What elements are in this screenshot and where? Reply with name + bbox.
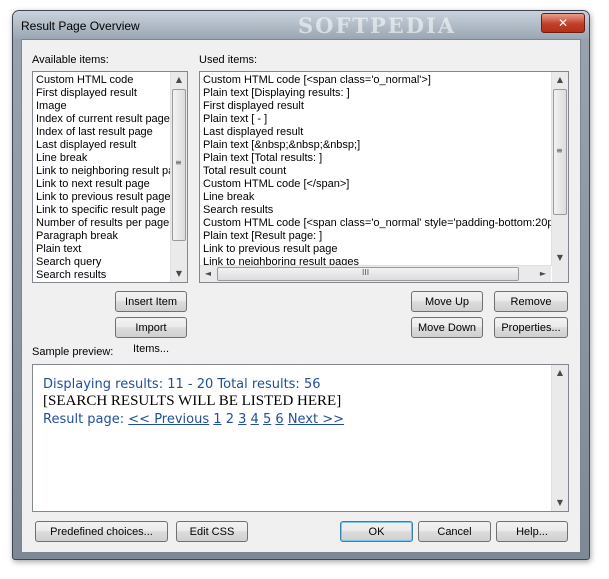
list-item[interactable]: Index of last result page — [36, 126, 153, 139]
scroll-down-arrow-icon[interactable]: ▼ — [171, 266, 187, 282]
list-item[interactable]: Plain text [&nbsp;&nbsp;&nbsp;] — [203, 139, 360, 152]
edit-css-button[interactable]: Edit CSS — [176, 521, 248, 542]
window-title: Result Page Overview — [21, 19, 140, 33]
close-button[interactable]: ✕ — [541, 13, 585, 33]
move-up-button[interactable]: Move Up — [411, 291, 483, 312]
used-items-label: Used items: — [199, 54, 258, 66]
list-item[interactable]: Plain text [Total results: ] — [203, 152, 322, 165]
move-down-button[interactable]: Move Down — [411, 317, 483, 338]
preview-pagination: Result page: << Previous 1 2 3 4 5 6 Nex… — [43, 412, 344, 427]
list-item[interactable]: Link to next result page — [36, 178, 150, 191]
list-item[interactable]: Link to previous result page — [203, 243, 338, 256]
ok-button[interactable]: OK — [340, 521, 413, 542]
list-item[interactable]: Plain text [Result page: ] — [203, 230, 322, 243]
list-item[interactable]: First displayed result — [203, 100, 304, 113]
list-item[interactable]: Link to previous result page — [36, 191, 171, 204]
page-link-3[interactable]: 3 — [238, 412, 246, 427]
available-items-label: Available items: — [32, 54, 109, 66]
pagination-label: Result page: — [43, 412, 129, 427]
list-item[interactable]: Line break — [203, 191, 254, 204]
list-item[interactable]: Custom HTML code [</span>] — [203, 178, 349, 191]
insert-item-button[interactable]: Insert Item — [115, 291, 187, 312]
list-item[interactable]: Line break — [36, 152, 87, 165]
list-item[interactable]: Link to neighboring result pa — [36, 165, 174, 178]
scroll-down-arrow-icon[interactable]: ▼ — [552, 250, 568, 266]
properties-button[interactable]: Properties... — [494, 317, 568, 338]
list-item[interactable]: Last displayed result — [203, 126, 303, 139]
grip-icon: ≡ — [175, 158, 182, 167]
preview-vertical-scrollbar[interactable]: ▲ ▼ — [551, 365, 568, 511]
scroll-up-arrow-icon[interactable]: ▲ — [552, 72, 568, 88]
remove-button[interactable]: Remove — [494, 291, 568, 312]
used-items-list[interactable]: Custom HTML code [<span class='o_normal'… — [199, 71, 569, 283]
dialog-window: Result Page Overview SOFTPEDIA ✕ Availab… — [12, 10, 590, 560]
list-item[interactable]: Plain text [ - ] — [203, 113, 267, 126]
sample-preview-label: Sample preview: — [32, 346, 114, 358]
page-link-4[interactable]: 4 — [251, 412, 259, 427]
page-link-5[interactable]: 5 — [263, 412, 271, 427]
list-item[interactable]: Index of current result page — [36, 113, 170, 126]
used-vertical-scrollbar[interactable]: ▲ ≡ ▼ — [551, 72, 568, 266]
grip-icon: ≡ — [556, 146, 563, 155]
list-item[interactable]: Search query — [36, 256, 101, 269]
list-item[interactable]: Number of results per page — [36, 217, 169, 230]
predefined-choices-button[interactable]: Predefined choices... — [35, 521, 168, 542]
next-link[interactable]: Next >> — [288, 412, 344, 427]
list-item[interactable]: Paragraph break — [36, 230, 118, 243]
scroll-up-arrow-icon[interactable]: ▲ — [171, 72, 187, 88]
dialog-client-area: Available items: Used items: Custom HTML… — [21, 39, 581, 553]
title-bar[interactable]: Result Page Overview SOFTPEDIA ✕ — [13, 11, 589, 39]
list-item[interactable]: Plain text [Displaying results: ] — [203, 87, 350, 100]
list-item[interactable]: Link to specific result page — [36, 204, 166, 217]
list-item[interactable]: Custom HTML code [<span class='o_normal'… — [203, 74, 431, 87]
list-item[interactable]: First displayed result — [36, 87, 137, 100]
available-vertical-scrollbar[interactable]: ▲ ≡ ▼ — [170, 72, 187, 282]
list-item[interactable]: Custom HTML code — [36, 74, 133, 87]
preview-results-placeholder: [SEARCH RESULTS WILL BE LISTED HERE] — [43, 393, 342, 409]
current-page: 2 — [225, 412, 234, 427]
preview-results-summary: Displaying results: 11 - 20 Total result… — [43, 377, 321, 392]
list-item[interactable]: Total result count — [203, 165, 286, 178]
softpedia-watermark: SOFTPEDIA — [298, 13, 457, 38]
list-item[interactable]: Search results — [36, 269, 106, 282]
list-item[interactable]: Plain text — [36, 243, 81, 256]
scroll-down-arrow-icon[interactable]: ▼ — [552, 495, 568, 511]
scroll-up-arrow-icon[interactable]: ▲ — [552, 365, 568, 381]
scroll-right-arrow-icon[interactable]: ► — [535, 266, 551, 282]
list-item[interactable]: Custom HTML code [<span class='o_normal'… — [203, 217, 568, 230]
import-items-button[interactable]: Import Items... — [115, 317, 187, 355]
previous-link[interactable]: << Previous — [128, 412, 209, 427]
used-horizontal-scrollbar[interactable]: ◄ III ► — [200, 265, 551, 282]
list-item[interactable]: Last displayed result — [36, 139, 136, 152]
help-button[interactable]: Help... — [496, 521, 568, 542]
available-items-list[interactable]: Custom HTML code First displayed result … — [32, 71, 188, 283]
scroll-left-arrow-icon[interactable]: ◄ — [200, 266, 216, 282]
scroll-corner — [552, 266, 568, 282]
page-link-6[interactable]: 6 — [275, 412, 283, 427]
list-item[interactable]: Image — [36, 100, 67, 113]
cancel-button[interactable]: Cancel — [418, 521, 491, 542]
grip-icon: III — [362, 268, 370, 277]
page-link-1[interactable]: 1 — [213, 412, 221, 427]
sample-preview-pane: Displaying results: 11 - 20 Total result… — [32, 364, 569, 512]
list-item[interactable]: Search results — [203, 204, 273, 217]
